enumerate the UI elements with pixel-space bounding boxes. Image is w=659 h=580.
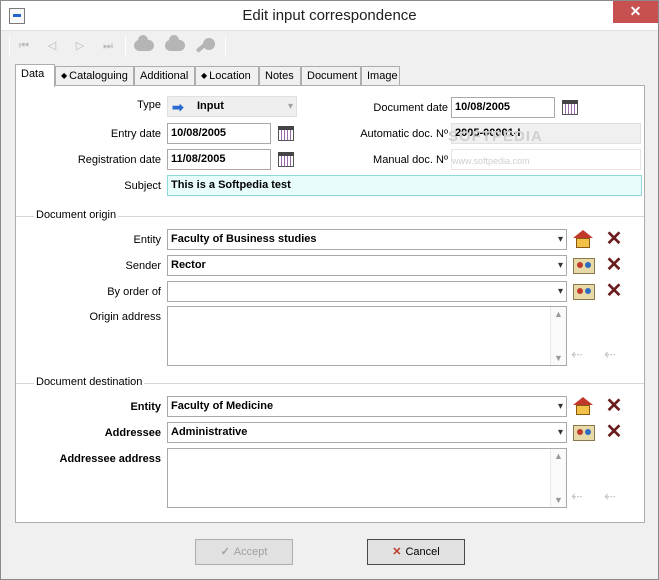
scrollbar[interactable]: ▲ ▼ [550,307,566,365]
manual-doc-label: Manual doc. Nº [373,154,448,166]
home-icon[interactable] [572,230,594,248]
chevron-down-icon: ▾ [557,260,563,271]
origin-entity-value: Faculty of Business studies [171,233,317,245]
scrollbar[interactable]: ▲ ▼ [550,449,566,507]
document-origin-title: Document origin [34,209,119,221]
sender-value: Rector [171,259,206,271]
chevron-down-icon: ▾ [557,401,563,412]
sender-label: Sender [125,260,161,272]
tab-location[interactable]: ◆ Location [195,66,259,86]
entry-date-input[interactable]: 10/08/2005 [167,123,271,144]
first-record-icon[interactable]: ⏮ [13,36,35,56]
chevron-down-icon: ▾ [287,101,293,112]
addressee-select[interactable]: Administrative ▾ [167,422,567,443]
addressee-label: Addressee [104,427,161,439]
data-tab-panel: Type ➡ Input ▾ Document date 10/08/2005 … [15,85,645,523]
toolbar-separator [9,36,10,56]
scroll-down-icon[interactable]: ▼ [554,495,563,505]
toolbar: ⏮ ◁ ▷ ⏭ [9,34,649,58]
chevron-down-icon: ▾ [557,286,563,297]
chevron-down-icon: ▾ [557,234,563,245]
clear-icon[interactable]: ✕ [605,281,623,301]
arrow-left-icon[interactable]: ⇠ [604,346,616,363]
arrow-left-icon[interactable]: ⇠ [604,488,616,505]
destination-entity-label: Entity [130,401,161,413]
calendar-icon[interactable] [278,152,294,167]
document-destination-title: Document destination [34,376,145,388]
scroll-up-icon[interactable]: ▲ [554,451,563,461]
previous-record-icon[interactable]: ◁ [41,36,63,56]
calendar-icon[interactable] [278,126,294,141]
clear-icon[interactable]: ✕ [605,422,623,442]
last-record-icon[interactable]: ⏭ [97,36,119,56]
accept-label: Accept [233,546,268,558]
chevron-down-icon: ▾ [557,427,563,438]
type-select[interactable]: ➡ Input ▾ [167,96,297,117]
tab-notes[interactable]: Notes [259,66,301,86]
by-order-of-label: By order of [107,286,161,298]
clear-icon[interactable]: ✕ [605,396,623,416]
cloud-refresh-icon[interactable] [165,35,185,51]
next-record-icon[interactable]: ▷ [69,36,91,56]
people-icon[interactable] [573,425,595,441]
registration-date-input[interactable]: 11/08/2005 [167,149,271,170]
destination-entity-value: Faculty of Medicine [171,400,274,412]
people-icon[interactable] [573,284,595,300]
subject-input[interactable]: This is a Softpedia test [167,175,642,196]
arrow-left-icon[interactable]: ⇠ [571,488,583,505]
by-order-of-select[interactable]: ▾ [167,281,567,302]
tab-image[interactable]: Image [361,66,400,86]
origin-entity-label: Entity [133,234,161,246]
origin-entity-select[interactable]: Faculty of Business studies ▾ [167,229,567,250]
origin-address-textarea[interactable]: ▲ ▼ [167,306,567,366]
clear-icon[interactable]: ✕ [605,255,623,275]
accept-button[interactable]: ✓ Accept [195,539,293,565]
title-bar: Edit input correspondence ✕ [1,1,658,31]
addressee-address-label: Addressee address [59,453,162,465]
cloud-icon[interactable] [134,35,154,51]
destination-entity-select[interactable]: Faculty of Medicine ▾ [167,396,567,417]
entry-date-label: Entry date [110,128,161,140]
type-value: Input [197,100,224,112]
scroll-down-icon[interactable]: ▼ [554,353,563,363]
tab-additional[interactable]: Additional [134,66,195,86]
close-button[interactable]: ✕ [613,1,658,23]
cancel-label: Cancel [405,546,440,558]
people-icon[interactable] [573,258,595,274]
sender-select[interactable]: Rector ▾ [167,255,567,276]
addressee-address-textarea[interactable]: ▲ ▼ [167,448,567,508]
toolbar-separator [125,36,126,56]
document-date-label: Document date [373,102,448,114]
arrow-left-icon[interactable]: ⇠ [571,346,583,363]
origin-address-label: Origin address [89,311,161,323]
tab-cataloguing[interactable]: ◆ Cataloguing [55,66,134,86]
automatic-doc-label: Automatic doc. Nº [360,128,448,140]
subject-label: Subject [124,180,161,192]
home-icon[interactable] [572,397,594,415]
scroll-up-icon[interactable]: ▲ [554,309,563,319]
tab-data[interactable]: Data [15,64,55,87]
watermark-url: www.softpedia.com [452,156,530,166]
check-icon: ✓ [220,546,230,558]
clear-icon[interactable]: ✕ [605,229,623,249]
window-title: Edit input correspondence [242,7,417,24]
calendar-icon[interactable] [562,100,578,115]
type-label: Type [137,99,161,111]
input-arrow-icon: ➡ [172,99,184,115]
cancel-x-icon: ✕ [392,546,402,558]
cancel-button[interactable]: ✕ Cancel [367,539,465,565]
edit-correspondence-window: Edit input correspondence ✕ ⏮ ◁ ▷ ⏭ Data… [0,0,659,580]
toolbar-separator [225,36,226,56]
key-icon[interactable] [203,38,215,50]
registration-date-label: Registration date [77,154,161,166]
addressee-value: Administrative [171,426,248,438]
watermark: SOFTPEDIA [448,128,543,145]
document-date-input[interactable]: 10/08/2005 [451,97,555,118]
tab-document[interactable]: Document [301,66,361,86]
